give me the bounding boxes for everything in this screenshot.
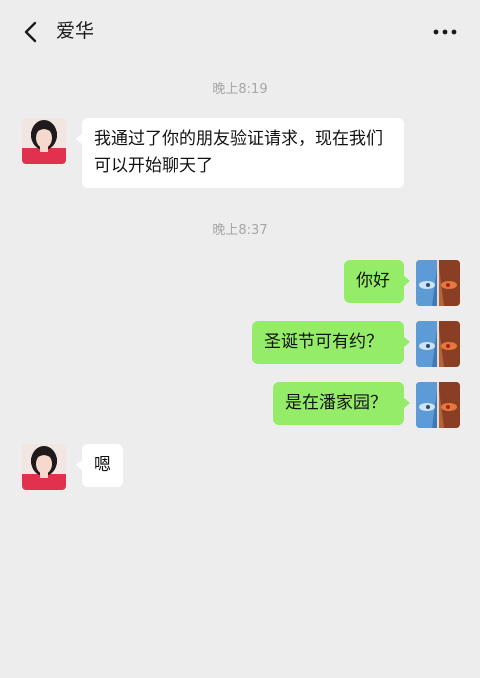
- chat-title: 爱华: [56, 20, 95, 42]
- contact-avatar[interactable]: [22, 444, 66, 490]
- chevron-left-icon[interactable]: [22, 20, 42, 44]
- timestamp: 晚上8:19: [212, 82, 268, 97]
- timestamp: 晚上8:37: [212, 223, 268, 238]
- outgoing-message[interactable]: 圣诞节可有约？: [252, 321, 410, 364]
- contact-avatar[interactable]: [22, 118, 66, 164]
- incoming-message[interactable]: 我通过了你的朋友验证请求，现在我们可以开始聊天了: [76, 118, 404, 188]
- outgoing-message[interactable]: 你好: [344, 260, 410, 303]
- incoming-message[interactable]: 嗯: [76, 444, 123, 487]
- outgoing-message[interactable]: 是在潘家园？: [273, 382, 410, 425]
- user-avatar[interactable]: [416, 260, 460, 306]
- user-avatar[interactable]: [416, 321, 460, 367]
- more-dots-icon[interactable]: [432, 22, 458, 42]
- user-avatar[interactable]: [416, 382, 460, 428]
- chat-header: 爱华: [0, 0, 480, 62]
- message-list[interactable]: 晚上8:19 我通过了你的朋友验证请求，现在我们可以开始聊天了 晚上8:37 你…: [0, 62, 480, 678]
